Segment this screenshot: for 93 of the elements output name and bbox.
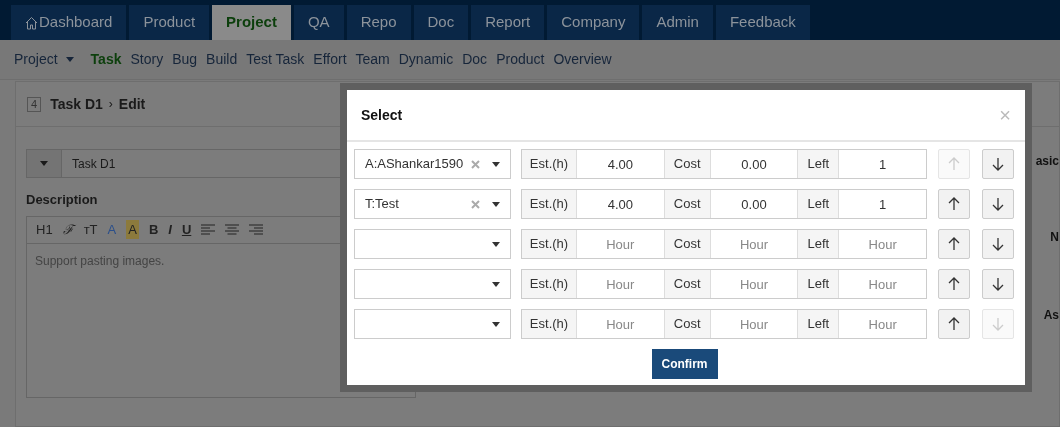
subnav-link[interactable]: Overview	[553, 49, 612, 70]
clear-icon[interactable]	[471, 199, 480, 209]
page-action: Edit	[118, 94, 146, 114]
move-down-button[interactable]	[982, 269, 1014, 299]
toolbar-button[interactable]: B	[148, 219, 159, 240]
toolbar-button[interactable]: I	[168, 219, 172, 240]
move-up-button[interactable]	[938, 229, 970, 259]
subnav-link[interactable]: Dynamic	[398, 49, 454, 70]
field-label: Est.(h)	[522, 270, 577, 298]
nav-tab[interactable]: Dashboard	[11, 5, 127, 40]
caret-icon	[492, 241, 500, 247]
subnav-link[interactable]: Bug	[172, 49, 198, 70]
caret-icon	[492, 161, 500, 167]
member-select[interactable]	[354, 269, 511, 299]
field-label: Description	[26, 191, 98, 209]
nav-tab[interactable]: Company	[547, 5, 640, 40]
field-label: Cost	[663, 150, 711, 178]
field-label: Left	[797, 310, 840, 338]
arrow-up-icon	[948, 317, 960, 331]
field-label: Left	[797, 150, 840, 178]
subnav-link[interactable]: Effort	[313, 49, 347, 70]
field-label: Est.(h)	[522, 190, 577, 218]
arrow-up-icon	[948, 197, 960, 211]
nav-tab[interactable]: QA	[293, 5, 344, 40]
arrow-down-icon	[992, 197, 1004, 211]
member-select[interactable]	[354, 229, 511, 259]
arrow-up-icon	[948, 157, 960, 171]
page-title: Task D1	[50, 94, 103, 114]
nav-tab[interactable]: Repo	[346, 5, 411, 40]
field-label: Est.(h)	[522, 230, 577, 258]
nav-tab[interactable]: Report	[471, 5, 545, 40]
subnav-link[interactable]: Doc	[462, 49, 488, 70]
subnav-link[interactable]: Task	[90, 49, 122, 70]
arrow-down-icon	[992, 277, 1004, 291]
field-label: Left	[797, 230, 840, 258]
caret-icon	[40, 161, 48, 166]
nav-tab[interactable]: Project	[212, 5, 291, 40]
caret-icon	[492, 281, 500, 287]
member-select[interactable]: A:AShankar1590	[354, 149, 511, 179]
caret-icon	[492, 201, 500, 207]
toolbar-button[interactable]: H1	[36, 219, 53, 240]
arrow-down-icon	[992, 237, 1004, 251]
id-badge: 4	[27, 96, 42, 112]
subnav-link[interactable]: Test Task	[246, 49, 305, 70]
field-label: Cost	[663, 270, 711, 298]
field-label: Left	[797, 190, 840, 218]
field-label: Left	[797, 270, 840, 298]
arrow-up-icon	[948, 237, 960, 251]
field-label: Est.(h)	[522, 310, 577, 338]
caret-icon	[492, 321, 500, 327]
dialog-title: Select	[361, 105, 403, 125]
member-select[interactable]: T:Test	[354, 189, 511, 219]
field-label: Cost	[663, 230, 711, 258]
move-down-button[interactable]	[982, 149, 1014, 179]
align-icon[interactable]	[225, 224, 240, 235]
subnav-link[interactable]: Product	[496, 49, 545, 70]
arrow-down-icon	[992, 157, 1004, 171]
arrow-up-icon	[948, 277, 960, 291]
editor-text: Support pasting images.	[34, 252, 166, 270]
subnav-link[interactable]: Team	[355, 49, 390, 70]
breadcrumb-separator: ›	[108, 96, 113, 113]
move-down-button[interactable]	[982, 189, 1014, 219]
caret-icon	[65, 57, 74, 62]
side-label: N	[1050, 229, 1059, 246]
nav-tab[interactable]: Doc	[413, 5, 469, 40]
nav-tab[interactable]: Product	[129, 5, 210, 40]
move-up-button[interactable]	[938, 189, 970, 219]
home-icon	[25, 15, 38, 30]
nav-tab[interactable]: Feedback	[715, 5, 810, 40]
name-value: Task D1	[72, 155, 116, 173]
move-down-button[interactable]	[982, 229, 1014, 259]
field-label: Cost	[663, 310, 711, 338]
member-select[interactable]	[354, 309, 511, 339]
toolbar-button[interactable]: A	[126, 219, 139, 240]
toolbar-button[interactable]: U	[181, 219, 192, 240]
align-icon[interactable]	[201, 224, 216, 235]
subnav-link[interactable]: Story	[130, 49, 164, 70]
toolbar-button[interactable]: ᴛT	[83, 219, 98, 240]
toolbar-button[interactable]: A	[107, 219, 117, 240]
side-label: asic	[1035, 153, 1059, 170]
move-up-button[interactable]	[938, 269, 970, 299]
align-icon[interactable]	[249, 224, 264, 235]
arrow-down-icon	[992, 317, 1004, 331]
clear-icon[interactable]	[471, 159, 480, 169]
field-label: Est.(h)	[522, 150, 577, 178]
nav-tab[interactable]: Admin	[642, 5, 713, 40]
confirm-button[interactable]: Confirm	[651, 349, 718, 379]
project-switcher[interactable]: Project	[14, 49, 74, 70]
toolbar-button[interactable]: ℱ	[62, 219, 74, 240]
move-up-button[interactable]	[938, 309, 970, 339]
field-label: Cost	[663, 190, 711, 218]
side-label: As	[1043, 307, 1059, 324]
subnav-link[interactable]: Build	[206, 49, 238, 70]
